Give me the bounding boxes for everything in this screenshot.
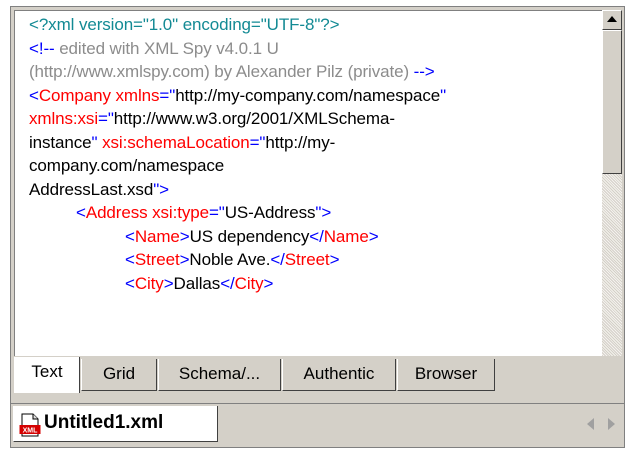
code-token: </ — [270, 250, 285, 269]
code-token: > — [179, 226, 190, 246]
code-token: </ — [309, 226, 324, 246]
code-token: < — [29, 85, 39, 105]
code-token: edited with XML Spy v4.0.1 U — [54, 38, 279, 58]
code-token: =" — [159, 85, 176, 105]
code-token: Noble Ave. — [189, 250, 271, 269]
code-token: > — [368, 226, 379, 246]
code-token: < — [125, 226, 135, 246]
code-token: Street — [134, 250, 180, 269]
scroll-tabs-left-icon[interactable] — [587, 418, 594, 430]
code-token: Street — [284, 250, 330, 269]
code-token: City — [234, 273, 264, 293]
code-line[interactable]: <!-- edited with XML Spy v4.0.1 U — [29, 37, 599, 61]
code-line[interactable]: <Name>US dependency</Name> — [29, 225, 599, 249]
tab-text[interactable]: Text — [14, 357, 80, 393]
code-token: instance — [29, 132, 92, 152]
code-token: <!-- — [29, 38, 55, 58]
code-line[interactable]: <Street>Noble Ave.</Street> — [29, 248, 599, 272]
code-token: > — [179, 250, 190, 269]
code-line[interactable]: AddressLast.xsd"> — [29, 178, 599, 202]
svg-text:XML: XML — [23, 428, 39, 435]
code-token: xsi:schemaLocation — [102, 132, 250, 152]
code-token: --> — [413, 62, 435, 81]
code-token: <?xml version="1.0" encoding="UTF-8"?> — [29, 15, 340, 34]
tab-browser[interactable]: Browser — [397, 359, 495, 391]
code-token: xmlns:xsi — [29, 109, 98, 128]
code-token: < — [125, 273, 135, 293]
scroll-tabs-right-icon[interactable] — [608, 418, 615, 430]
code-token: =" — [208, 203, 225, 222]
code-line[interactable]: <?xml version="1.0" encoding="UTF-8"?> — [29, 13, 599, 37]
code-token: (http://www.xmlspy.com) by Alexander Pil… — [29, 62, 414, 81]
code-token: </ — [220, 273, 235, 293]
text-view-editor[interactable]: <?xml version="1.0" encoding="UTF-8"?> <!… — [14, 10, 602, 356]
document-tab-untitled1[interactable]: XML Untitled1.xml — [13, 406, 218, 442]
code-token: Address — [85, 203, 148, 222]
scroll-up-button[interactable] — [602, 10, 622, 30]
code-token: xmlns — [115, 85, 160, 105]
xml-code[interactable]: <?xml version="1.0" encoding="UTF-8"?> <!… — [29, 13, 599, 295]
code-token: AddressLast.xsd — [29, 179, 154, 199]
code-token: =" — [249, 132, 266, 152]
code-line[interactable]: <City>Dallas</City> — [29, 272, 599, 296]
code-token: "> — [153, 179, 169, 199]
code-token: xsi:type — [152, 203, 209, 222]
code-token: < — [125, 250, 135, 269]
code-token: US-Address — [224, 203, 316, 222]
code-token: > — [263, 273, 274, 293]
vertical-scrollbar[interactable] — [602, 10, 622, 356]
document-tab-bar: XML Untitled1.xml — [11, 403, 624, 447]
code-token: US dependency — [189, 226, 310, 246]
code-token: " — [440, 85, 447, 105]
code-token: Name — [134, 226, 180, 246]
code-token: City — [134, 273, 164, 293]
code-token: "> — [315, 203, 332, 222]
view-tab-bar: Text Grid Schema/... Authentic Browser — [14, 357, 614, 395]
code-token: < — [76, 203, 86, 222]
code-line[interactable]: instance" xsi:schemaLocation="http://my- — [29, 131, 599, 155]
tab-schema[interactable]: Schema/... — [158, 359, 281, 391]
code-token: Name — [323, 226, 369, 246]
document-tab-label: Untitled1.xml — [44, 412, 164, 433]
code-token: http://www.w3.org/2001/XMLSchema- — [113, 109, 395, 128]
tab-authentic[interactable]: Authentic — [282, 359, 396, 391]
up-arrow-icon — [607, 16, 617, 22]
code-line[interactable]: xmlns:xsi="http://www.w3.org/2001/XMLSch… — [29, 107, 599, 131]
code-token: http://my- — [265, 132, 336, 152]
code-token: company.com/namespace — [29, 156, 225, 175]
tab-grid[interactable]: Grid — [81, 359, 157, 391]
code-line[interactable]: company.com/namespace — [29, 154, 599, 178]
xml-editor-window: <?xml version="1.0" encoding="UTF-8"?> <!… — [10, 6, 625, 448]
code-token: =" — [98, 109, 114, 128]
code-token: Dallas — [173, 273, 221, 293]
code-line[interactable]: (http://www.xmlspy.com) by Alexander Pil… — [29, 60, 599, 84]
code-line[interactable]: <Company xmlns="http://my-company.com/na… — [29, 84, 599, 108]
xml-file-icon: XML — [19, 413, 41, 437]
code-token: Company — [38, 85, 111, 105]
code-token: http://my-company.com/namespace — [175, 85, 441, 105]
scrollbar-thumb[interactable] — [602, 30, 622, 174]
code-token: > — [329, 250, 340, 269]
code-token: > — [163, 273, 174, 293]
code-line[interactable]: <Address xsi:type="US-Address"> — [29, 201, 599, 225]
